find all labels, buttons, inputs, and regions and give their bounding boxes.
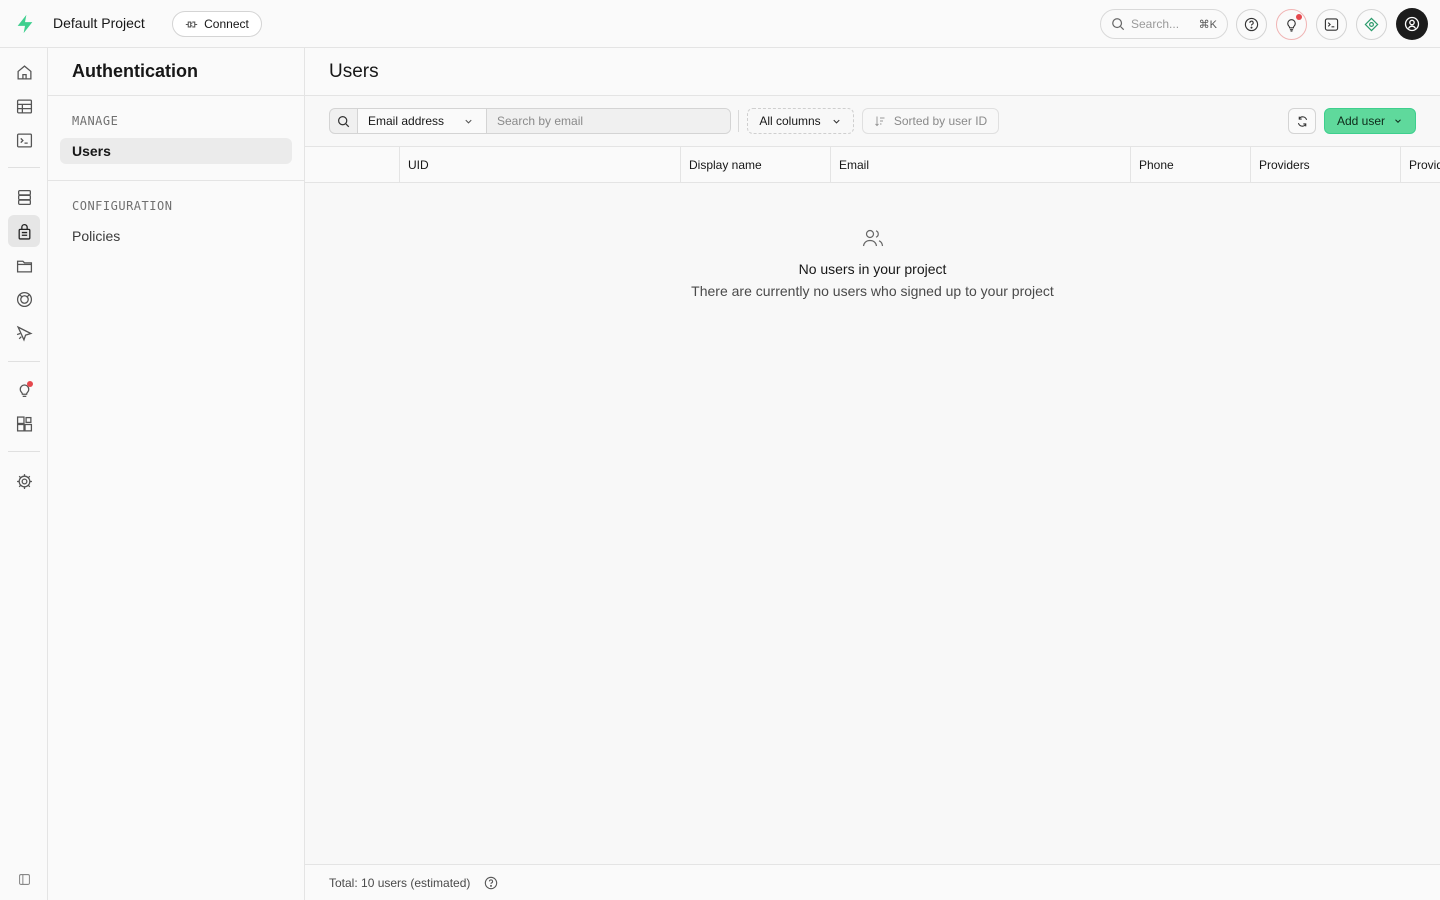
nav-integrations[interactable]	[8, 408, 40, 440]
avatar[interactable]	[1396, 8, 1428, 40]
menu-group-manage: MANAGE Users	[48, 96, 304, 181]
advisors-dot	[27, 381, 33, 387]
nav-sql-editor[interactable]	[8, 124, 40, 156]
column-header-uid[interactable]: UID	[399, 147, 680, 183]
assistant-icon	[1364, 17, 1379, 32]
add-user-label: Add user	[1336, 114, 1386, 128]
help-button[interactable]	[1236, 9, 1267, 40]
nav-database[interactable]	[8, 181, 40, 213]
help-icon	[1244, 17, 1259, 32]
empty-state-title: No users in your project	[798, 261, 947, 277]
main-content: Users Email address All columns Sorted b…	[305, 48, 1440, 900]
assistant-button[interactable]	[1356, 9, 1387, 40]
menu-item-policies[interactable]: Policies	[60, 223, 292, 249]
nav-settings[interactable]	[8, 465, 40, 497]
sort-label: Sorted by user ID	[893, 114, 988, 128]
add-user-button[interactable]: Add user	[1324, 108, 1416, 134]
collapse-sidebar-icon	[18, 873, 30, 885]
page-title: Users	[305, 48, 1440, 96]
authentication-icon	[18, 223, 30, 240]
notification-dot	[1296, 14, 1302, 20]
home-icon	[16, 64, 32, 80]
menu-item-users[interactable]: Users	[60, 138, 292, 164]
project-name[interactable]: Default Project	[53, 15, 145, 31]
toolbar-divider	[738, 110, 739, 132]
storage-icon	[16, 260, 32, 273]
table-footer: Total: 10 users (estimated)	[305, 864, 1440, 900]
empty-state-description: There are currently no users who signed …	[691, 283, 1054, 299]
filter-search-button[interactable]	[330, 109, 358, 133]
sort-icon	[874, 116, 885, 127]
connect-button[interactable]: Connect	[172, 11, 262, 37]
nav-authentication[interactable]	[8, 215, 40, 247]
auth-side-menu: Authentication MANAGE Users CONFIGURATIO…	[48, 48, 305, 900]
total-users-count: Total: 10 users (estimated)	[329, 875, 471, 890]
connect-label: Connect	[204, 17, 249, 31]
chevron-down-icon	[833, 119, 840, 124]
plug-icon	[185, 21, 198, 27]
column-header-providers[interactable]: Providers	[1250, 147, 1400, 183]
terminal-icon	[1324, 18, 1339, 31]
rail-divider	[8, 361, 40, 362]
user-filter-group: Email address	[329, 108, 731, 134]
nav-realtime[interactable]	[8, 283, 40, 315]
search-by-email-input[interactable]	[487, 109, 730, 133]
nav-home[interactable]	[8, 56, 40, 88]
supabase-logo-icon[interactable]	[14, 13, 36, 35]
search-shortcut: ⌘K	[1198, 18, 1217, 31]
nav-collapse-sidebar[interactable]	[8, 863, 40, 895]
edge-functions-icon	[16, 325, 33, 342]
empty-state: No users in your project There are curre…	[305, 226, 1440, 299]
global-search-input[interactable]: Search... ⌘K	[1100, 9, 1228, 39]
column-header-phone[interactable]: Phone	[1130, 147, 1250, 183]
all-columns-button[interactable]: All columns	[747, 108, 854, 134]
menu-group-label: CONFIGURATION	[72, 199, 173, 213]
nav-advisors[interactable]	[8, 374, 40, 406]
user-avatar-icon	[1404, 16, 1420, 32]
refresh-icon	[1297, 115, 1307, 127]
column-header-email[interactable]: Email	[830, 147, 1130, 183]
search-icon	[338, 115, 350, 127]
integrations-icon	[16, 415, 32, 432]
filter-column-value: Email address	[368, 114, 445, 128]
sidemenu-title: Authentication	[48, 48, 304, 96]
realtime-icon	[16, 291, 32, 307]
refresh-button[interactable]	[1288, 108, 1316, 134]
rail-divider	[8, 167, 40, 168]
sort-button[interactable]: Sorted by user ID	[862, 108, 999, 134]
nav-storage[interactable]	[8, 249, 40, 281]
database-icon	[17, 189, 31, 205]
table-editor-icon	[16, 98, 32, 114]
search-placeholder: Search...	[1131, 17, 1180, 31]
menu-group-label: MANAGE	[72, 114, 119, 128]
column-header-provider-type[interactable]: Provid	[1400, 147, 1440, 183]
terminal-button[interactable]	[1316, 9, 1347, 40]
top-bar: Default Project Connect Search... ⌘K	[0, 0, 1440, 48]
chevron-down-icon	[1395, 119, 1401, 123]
users-toolbar: Email address All columns Sorted by user…	[305, 96, 1440, 146]
columns-label: All columns	[759, 114, 821, 128]
help-icon[interactable]	[484, 876, 498, 890]
users-table-header: UID Display name Email Phone Providers P…	[305, 146, 1440, 183]
rail-divider	[8, 451, 40, 452]
chevron-down-icon	[465, 119, 472, 124]
nav-table-editor[interactable]	[8, 90, 40, 122]
column-header-display-name[interactable]: Display name	[680, 147, 830, 183]
menu-group-configuration: CONFIGURATION Policies	[48, 181, 304, 265]
notifications-button[interactable]	[1276, 9, 1307, 40]
nav-edge-functions[interactable]	[8, 317, 40, 349]
search-icon	[1112, 18, 1125, 31]
settings-icon	[16, 473, 32, 489]
filter-column-select[interactable]: Email address	[358, 109, 487, 133]
users-icon	[862, 229, 883, 247]
sql-editor-icon	[16, 132, 32, 148]
nav-rail	[0, 48, 48, 900]
